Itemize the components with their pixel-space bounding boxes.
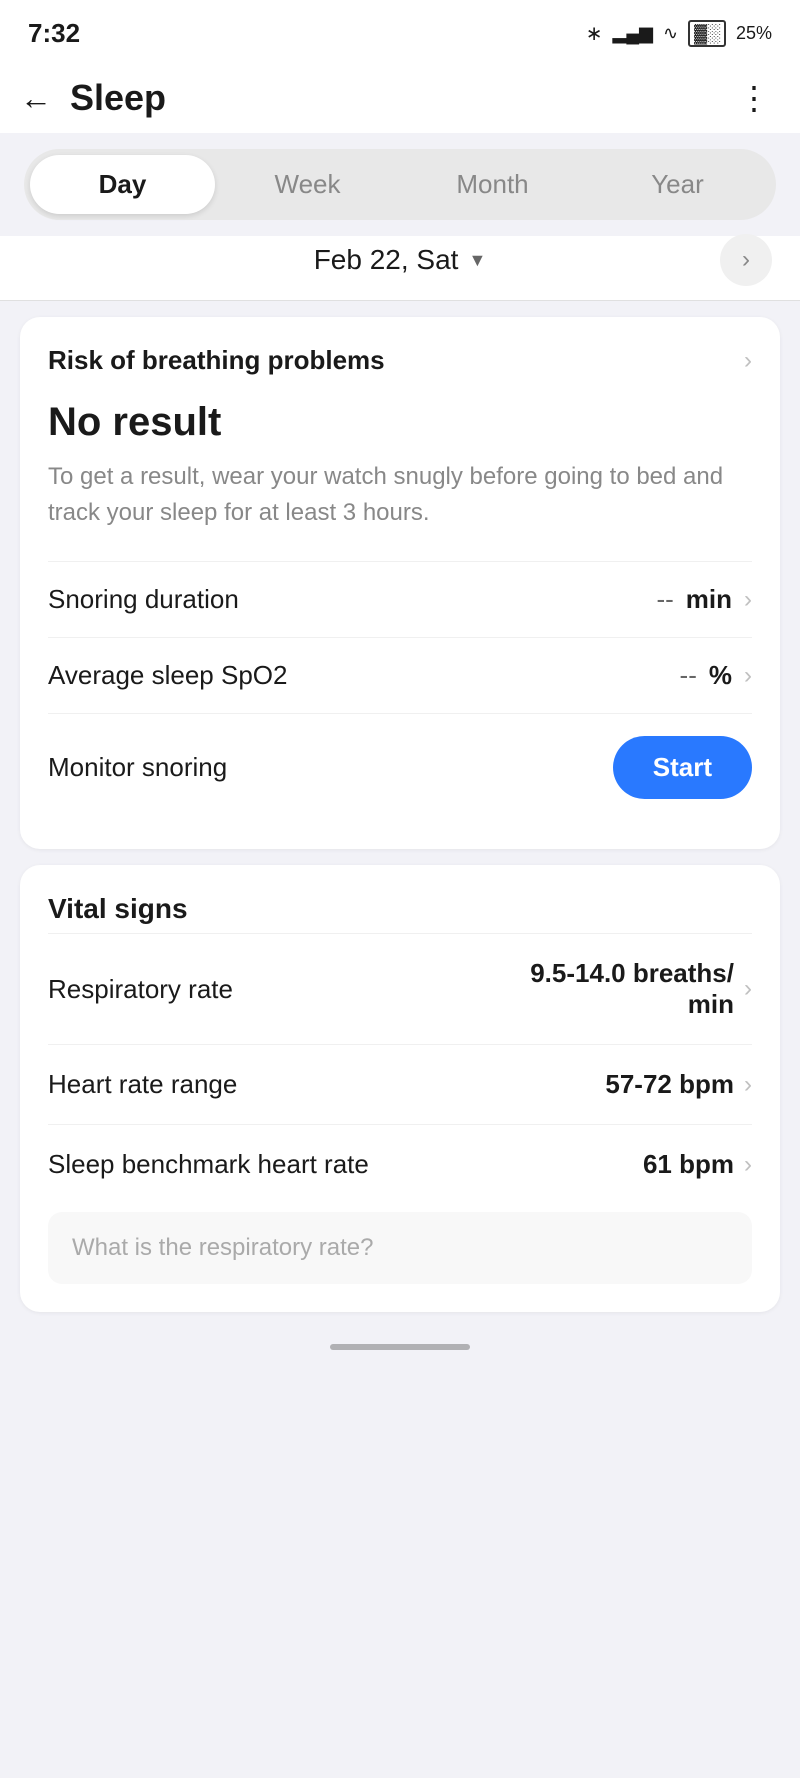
vital-signs-title: Vital signs [48, 893, 752, 925]
spo2-row[interactable]: Average sleep SpO2 -- % › [48, 637, 752, 713]
tab-week[interactable]: Week [215, 155, 400, 214]
date-next-button[interactable]: › [720, 234, 772, 286]
date-navigator: Feb 22, Sat ▼ › [0, 236, 800, 300]
respiratory-rate-number: 9.5-14.0 breaths/ min [530, 958, 734, 1020]
header: ← Sleep ⋮ [0, 59, 800, 133]
vital-signs-card: Vital signs Respiratory rate 9.5-14.0 br… [20, 865, 780, 1312]
spo2-chevron: › [744, 662, 752, 690]
risk-card: Risk of breathing problems › No result T… [20, 317, 780, 849]
snoring-duration-number: -- [656, 584, 673, 615]
more-options-button[interactable]: ⋮ [738, 79, 772, 117]
heart-rate-range-chevron: › [744, 1071, 752, 1099]
monitor-snoring-label: Monitor snoring [48, 752, 227, 783]
snoring-chevron: › [744, 586, 752, 614]
back-button[interactable]: ← [20, 82, 52, 114]
respiratory-rate-value: 9.5-14.0 breaths/ min › [530, 958, 752, 1020]
benchmark-heart-rate-number: 61 bpm [643, 1149, 734, 1180]
benchmark-heart-rate-row[interactable]: Sleep benchmark heart rate 61 bpm › [48, 1124, 752, 1204]
status-time: 7:32 [28, 18, 80, 49]
status-icons: ∗ ▂▄▆ ∿ ▓░ 25% [586, 20, 772, 47]
snoring-duration-row[interactable]: Snoring duration -- min › [48, 561, 752, 637]
heart-rate-range-value: 57-72 bpm › [605, 1069, 752, 1100]
bottom-indicator [0, 1328, 800, 1366]
status-bar: 7:32 ∗ ▂▄▆ ∿ ▓░ 25% [0, 0, 800, 59]
heart-rate-range-row[interactable]: Heart rate range 57-72 bpm › [48, 1044, 752, 1124]
spo2-unit: % [709, 660, 732, 691]
bluetooth-icon: ∗ [586, 21, 603, 46]
monitor-snoring-row: Monitor snoring Start [48, 713, 752, 821]
risk-card-chevron: › [744, 347, 752, 375]
faq-box[interactable]: What is the respiratory rate? [48, 1212, 752, 1284]
benchmark-heart-rate-value: 61 bpm › [643, 1149, 752, 1180]
tab-day[interactable]: Day [30, 155, 215, 214]
risk-card-title: Risk of breathing problems [48, 345, 385, 376]
heart-rate-range-number: 57-72 bpm [605, 1069, 734, 1100]
risk-card-header[interactable]: Risk of breathing problems › [48, 345, 752, 376]
date-dropdown-icon: ▼ [468, 250, 486, 271]
date-text: Feb 22, Sat [314, 244, 459, 276]
snoring-duration-label: Snoring duration [48, 584, 239, 615]
respiratory-rate-chevron: › [744, 975, 752, 1003]
benchmark-heart-rate-label: Sleep benchmark heart rate [48, 1149, 369, 1180]
battery-icon: ▓░ [688, 20, 726, 47]
faq-text: What is the respiratory rate? [72, 1234, 373, 1261]
header-left: ← Sleep [20, 77, 166, 119]
spo2-value: -- % › [680, 660, 752, 691]
no-result-title: No result [48, 400, 752, 445]
tab-year[interactable]: Year [585, 155, 770, 214]
snoring-duration-unit: min [686, 584, 732, 615]
tab-month[interactable]: Month [400, 155, 585, 214]
heart-rate-range-label: Heart rate range [48, 1069, 237, 1100]
snoring-duration-value: -- min › [656, 584, 752, 615]
spo2-number: -- [680, 660, 697, 691]
home-bar [330, 1344, 470, 1350]
chevron-right-icon: › [742, 246, 750, 274]
section-divider [0, 300, 800, 301]
tab-bar: Day Week Month Year [24, 149, 776, 220]
page-title: Sleep [70, 77, 166, 119]
wifi-icon: ∿ [663, 23, 678, 44]
respiratory-rate-label: Respiratory rate [48, 974, 233, 1005]
battery-percent: 25% [736, 23, 772, 44]
no-result-description: To get a result, wear your watch snugly … [48, 459, 752, 531]
signal-icon: ▂▄▆ [613, 23, 653, 44]
spo2-label: Average sleep SpO2 [48, 660, 287, 691]
respiratory-rate-row[interactable]: Respiratory rate 9.5-14.0 breaths/ min › [48, 933, 752, 1044]
date-label[interactable]: Feb 22, Sat ▼ [314, 244, 487, 276]
benchmark-heart-rate-chevron: › [744, 1151, 752, 1179]
start-button[interactable]: Start [613, 736, 752, 799]
